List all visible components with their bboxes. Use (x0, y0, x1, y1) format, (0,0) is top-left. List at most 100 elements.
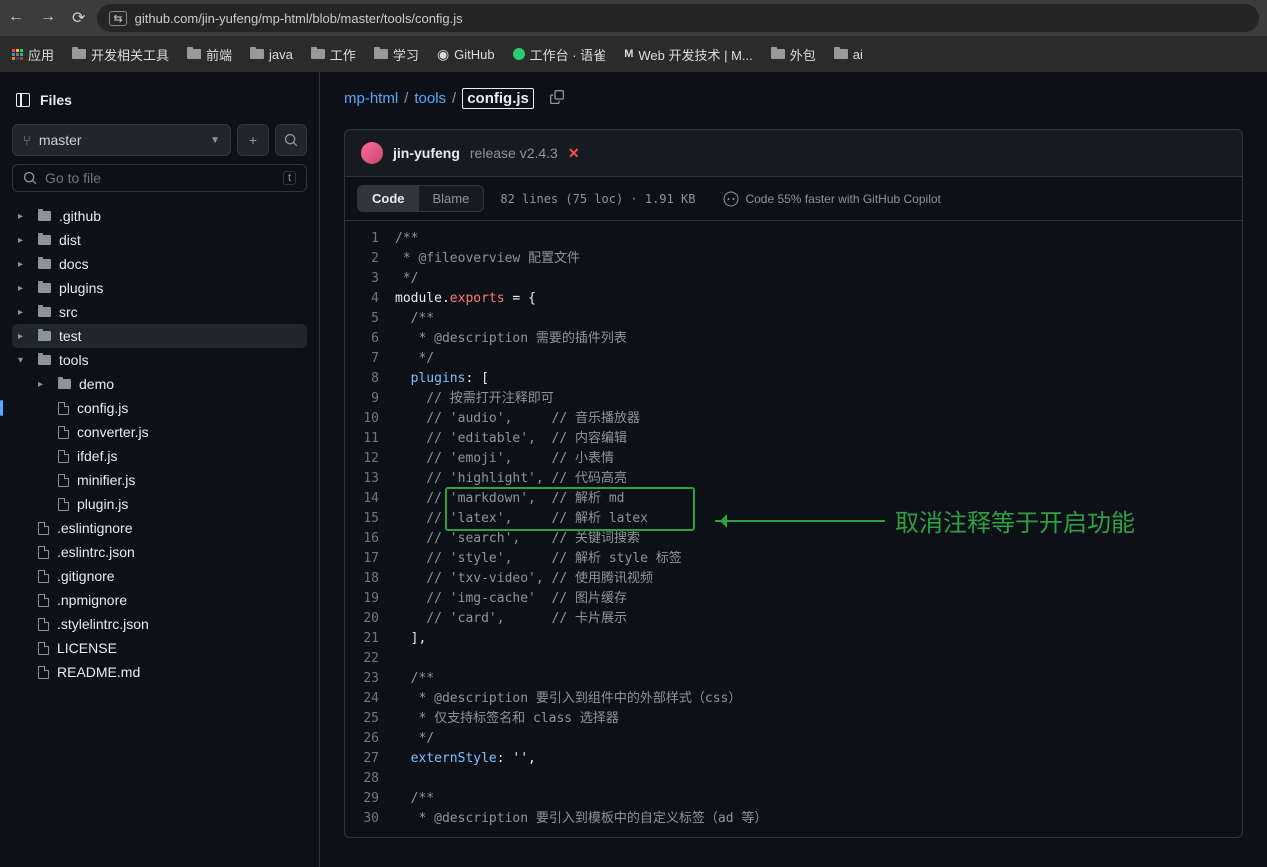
search-button[interactable] (275, 124, 307, 156)
tree-folder[interactable]: ▸.github (12, 204, 307, 228)
tree-file[interactable]: .eslintignore (12, 516, 307, 540)
site-settings-icon[interactable]: ⇆ (109, 11, 126, 26)
tree-file[interactable]: converter.js (12, 420, 307, 444)
bookmark-item[interactable]: ai (834, 47, 863, 62)
line-number[interactable]: 30 (345, 809, 395, 829)
tree-file[interactable]: .eslintrc.json (12, 540, 307, 564)
line-number[interactable]: 5 (345, 309, 395, 329)
file-search[interactable]: t (12, 164, 307, 192)
bookmark-item[interactable]: java (250, 47, 293, 62)
tree-file[interactable]: .npmignore (12, 588, 307, 612)
line-content: ], (395, 629, 1242, 649)
tree-folder[interactable]: ▸dist (12, 228, 307, 252)
reload-button[interactable]: ⟳ (72, 8, 85, 28)
bookmark-item[interactable]: ◉GitHub (437, 46, 495, 63)
line-number[interactable]: 12 (345, 449, 395, 469)
apps-shortcut[interactable]: 应用 (12, 45, 54, 64)
line-number[interactable]: 3 (345, 269, 395, 289)
address-bar[interactable]: ⇆ github.com/jin-yufeng/mp-html/blob/mas… (97, 4, 1259, 32)
line-number[interactable]: 18 (345, 569, 395, 589)
avatar[interactable] (361, 142, 383, 164)
commit-message[interactable]: release v2.4.3 (470, 145, 558, 161)
line-number[interactable]: 16 (345, 529, 395, 549)
line-number[interactable]: 22 (345, 649, 395, 669)
line-content: // 'audio', // 音乐播放器 (395, 409, 1242, 429)
line-number[interactable]: 15 (345, 509, 395, 529)
line-number[interactable]: 14 (345, 489, 395, 509)
code-line: 28 (345, 769, 1242, 789)
line-number[interactable]: 11 (345, 429, 395, 449)
bookmark-item[interactable]: 开发相关工具 (72, 45, 169, 64)
back-button[interactable]: ← (8, 8, 24, 28)
tab-code[interactable]: Code (358, 186, 419, 211)
bookmark-item[interactable]: 学习 (374, 45, 419, 64)
tree-file[interactable]: LICENSE (12, 636, 307, 660)
code-line: 22 (345, 649, 1242, 669)
tree-file[interactable]: README.md (12, 660, 307, 684)
file-icon (38, 546, 49, 559)
chevron-icon: ▸ (18, 307, 30, 318)
copy-path-button[interactable] (550, 90, 564, 108)
tree-folder[interactable]: ▸plugins (12, 276, 307, 300)
tree-folder[interactable]: ▸src (12, 300, 307, 324)
code-line: 15 // 'latex', // 解析 latex (345, 509, 1242, 529)
line-number[interactable]: 17 (345, 549, 395, 569)
mdn-icon: M (624, 48, 633, 60)
tree-folder[interactable]: ▸test (12, 324, 307, 348)
line-content: // 'style', // 解析 style 标签 (395, 549, 1242, 569)
tree-file[interactable]: minifier.js (12, 468, 307, 492)
code-line: 26 */ (345, 729, 1242, 749)
line-number[interactable]: 13 (345, 469, 395, 489)
bookmark-item[interactable]: 前端 (187, 45, 232, 64)
line-number[interactable]: 10 (345, 409, 395, 429)
commit-author[interactable]: jin-yufeng (393, 145, 460, 161)
line-number[interactable]: 7 (345, 349, 395, 369)
line-number[interactable]: 21 (345, 629, 395, 649)
line-number[interactable]: 1 (345, 229, 395, 249)
tree-file[interactable]: config.js (12, 396, 307, 420)
bookmark-item[interactable]: 工作台 · 语雀 (513, 45, 607, 64)
tree-folder[interactable]: ▸docs (12, 252, 307, 276)
line-number[interactable]: 25 (345, 709, 395, 729)
bookmark-item[interactable]: MWeb 开发技术 | M... (624, 45, 753, 64)
status-fail-icon[interactable]: ✕ (568, 145, 580, 162)
line-number[interactable]: 4 (345, 289, 395, 309)
tab-blame[interactable]: Blame (419, 186, 484, 211)
branch-selector[interactable]: ⑂ master ▼ (12, 124, 231, 156)
line-number[interactable]: 26 (345, 729, 395, 749)
line-number[interactable]: 24 (345, 689, 395, 709)
tree-folder[interactable]: ▾tools (12, 348, 307, 372)
line-content: // 'search', // 关键词搜索 (395, 529, 1242, 549)
tree-folder[interactable]: ▸demo (12, 372, 307, 396)
tree-file[interactable]: plugin.js (12, 492, 307, 516)
code-view[interactable]: 1/**2 * @fileoverview 配置文件3 */4module.ex… (344, 221, 1243, 838)
line-number[interactable]: 8 (345, 369, 395, 389)
tree-file[interactable]: .stylelintrc.json (12, 612, 307, 636)
tree-file[interactable]: .gitignore (12, 564, 307, 588)
copilot-badge[interactable]: Code 55% faster with GitHub Copilot (723, 191, 940, 207)
forward-button[interactable]: → (40, 8, 56, 28)
line-number[interactable]: 28 (345, 769, 395, 789)
line-content: externStyle: '', (395, 749, 1242, 769)
line-number[interactable]: 20 (345, 609, 395, 629)
line-number[interactable]: 2 (345, 249, 395, 269)
line-content: // 'editable', // 内容编辑 (395, 429, 1242, 449)
line-number[interactable]: 6 (345, 329, 395, 349)
bookmark-item[interactable]: 工作 (311, 45, 356, 64)
breadcrumb-root[interactable]: mp-html (344, 90, 398, 107)
line-content: // 'latex', // 解析 latex (395, 509, 1242, 529)
code-line: 16 // 'search', // 关键词搜索 (345, 529, 1242, 549)
folder-icon (311, 49, 325, 59)
line-number[interactable]: 19 (345, 589, 395, 609)
line-number[interactable]: 29 (345, 789, 395, 809)
bookmark-item[interactable]: 外包 (771, 45, 816, 64)
add-button[interactable]: + (237, 124, 269, 156)
breadcrumb-mid[interactable]: tools (414, 90, 446, 107)
code-line: 2 * @fileoverview 配置文件 (345, 249, 1242, 269)
tree-file[interactable]: ifdef.js (12, 444, 307, 468)
code-line: 30 * @description 要引入到模板中的自定义标签（ad 等） (345, 809, 1242, 829)
file-search-input[interactable] (45, 170, 275, 186)
line-number[interactable]: 9 (345, 389, 395, 409)
line-number[interactable]: 27 (345, 749, 395, 769)
line-number[interactable]: 23 (345, 669, 395, 689)
